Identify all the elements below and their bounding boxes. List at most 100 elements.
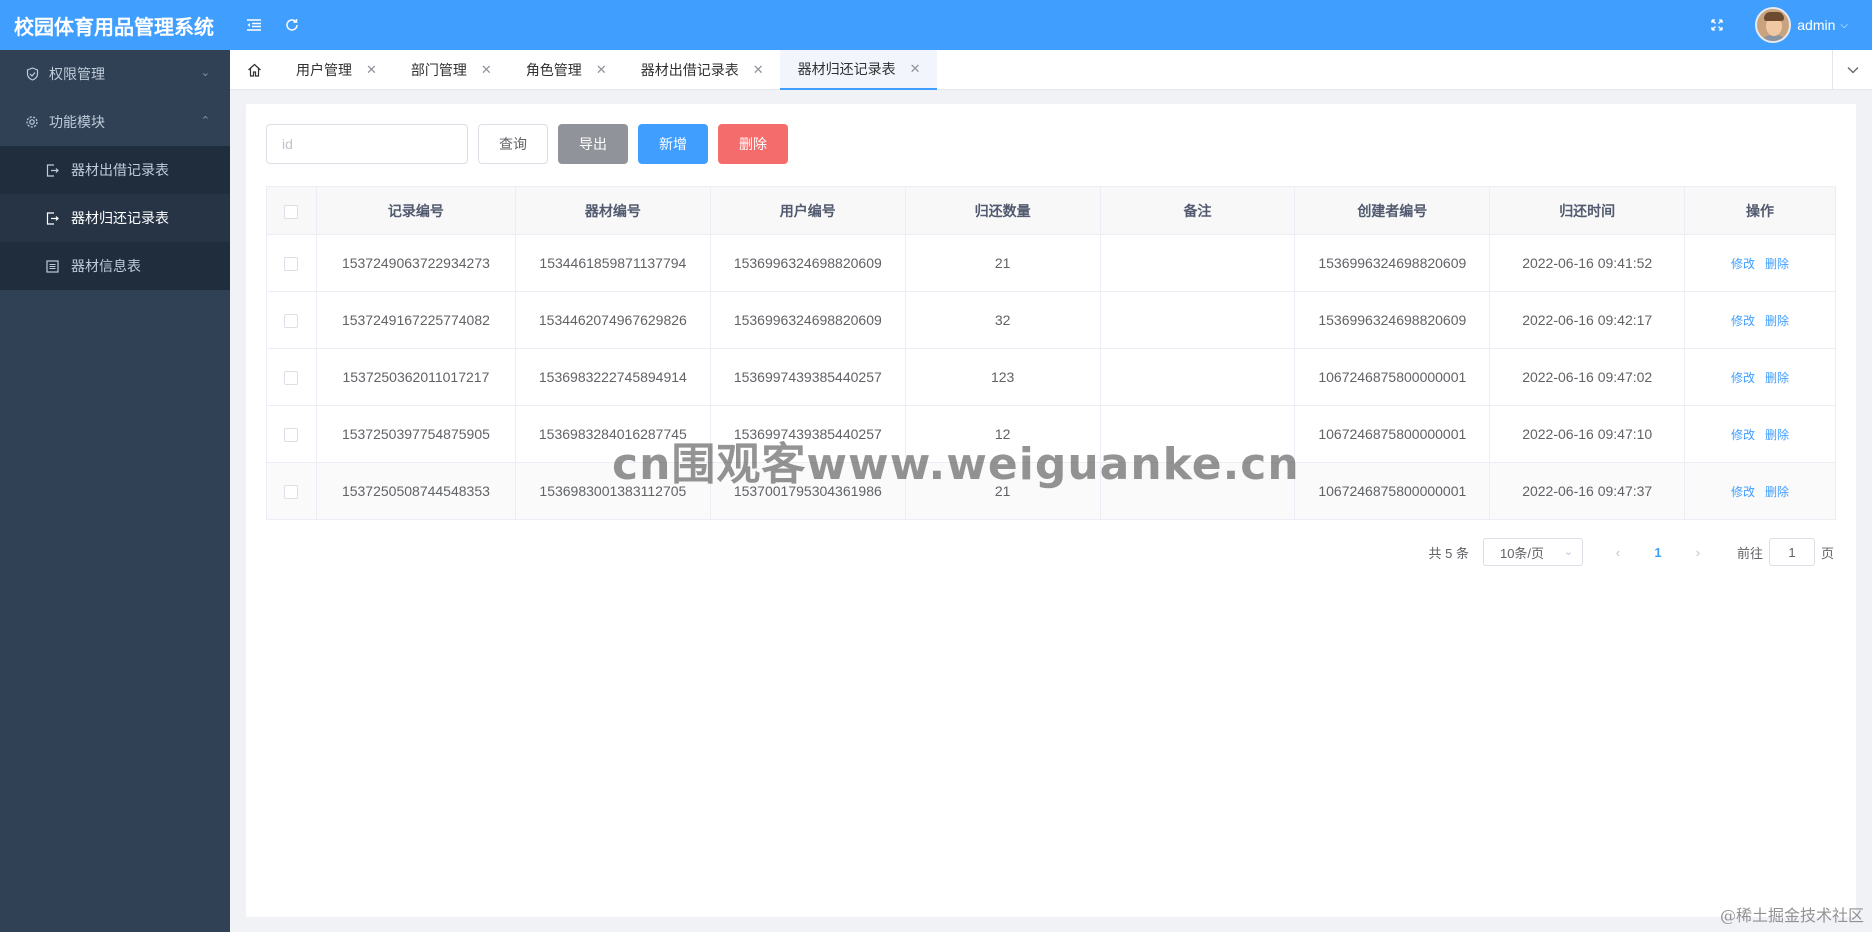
chevron-down-icon[interactable]: ⌵	[1840, 20, 1848, 31]
avatar[interactable]	[1755, 7, 1792, 43]
toggle-sidebar-icon[interactable]	[244, 15, 264, 35]
tab-label: 角色管理	[525, 62, 582, 78]
close-icon[interactable]: ✕	[366, 62, 377, 78]
sidebar-item-label: 器材归还记录表	[71, 210, 169, 226]
close-icon[interactable]: ✕	[753, 62, 764, 78]
row-checkbox[interactable]	[284, 428, 299, 443]
select-all-cell	[266, 186, 317, 235]
pagination-total: 共 5 条	[1428, 545, 1469, 561]
table-row: 1537250508744548353 1536983001383112705 …	[266, 462, 1836, 520]
fullscreen-icon[interactable]	[1707, 15, 1727, 35]
cell-user-id: 1536996324698820609	[710, 291, 906, 349]
delete-link[interactable]: 删除	[1765, 428, 1789, 442]
tab-user-management[interactable]: 用户管理 ✕	[278, 50, 393, 90]
cell-record-id: 1537250362011017217	[316, 348, 516, 406]
delete-link[interactable]: 删除	[1765, 371, 1789, 385]
cell-actions: 修改 删除	[1684, 291, 1836, 349]
row-checkbox[interactable]	[284, 485, 299, 500]
table-header-row: 记录编号 器材编号 用户编号 归还数量 备注 创建者编号 归还时间 操作	[266, 186, 1836, 235]
tab-label: 器材出借记录表	[640, 62, 739, 78]
tab-borrow-records[interactable]: 器材出借记录表 ✕	[623, 50, 780, 90]
page-size-value: 10条/页	[1499, 545, 1545, 561]
prev-page-button[interactable]: ‹	[1603, 538, 1633, 566]
search-input[interactable]	[266, 124, 468, 164]
table-row: 1537250362011017217 1536983222745894914 …	[266, 348, 1836, 406]
sidebar-subitem-borrow-records[interactable]: 器材出借记录表	[0, 146, 230, 194]
cell-remark	[1100, 462, 1296, 520]
tags-bar: 用户管理 ✕ 部门管理 ✕ 角色管理 ✕ 器材出借记录表 ✕ 器材归还记录表 ✕	[230, 50, 1872, 90]
cell-actions: 修改 删除	[1684, 405, 1836, 463]
table-row: 1537249167225774082 1534462074967629826 …	[266, 291, 1836, 349]
refresh-icon[interactable]	[282, 15, 302, 35]
cell-creator-id: 1067246875800000001	[1294, 405, 1491, 463]
sidebar-item-functions[interactable]: 功能模块 ⌃	[0, 98, 230, 146]
chevron-down-icon: ⌄	[1563, 546, 1573, 558]
cell-return-quantity: 12	[905, 405, 1101, 463]
records-table: 记录编号 器材编号 用户编号 归还数量 备注 创建者编号 归还时间 操作 153…	[266, 186, 1836, 520]
next-page-button[interactable]: ›	[1683, 538, 1713, 566]
edit-link[interactable]: 修改	[1731, 428, 1755, 442]
close-icon[interactable]: ✕	[596, 62, 607, 78]
table-row: 1537249063722934273 1534461859871137794 …	[266, 234, 1836, 292]
page-size-select[interactable]: 10条/页 ⌄	[1482, 538, 1583, 566]
cell-creator-id: 1536996324698820609	[1294, 291, 1491, 349]
cell-return-time: 2022-06-16 09:47:02	[1489, 348, 1686, 406]
cell-actions: 修改 删除	[1684, 348, 1836, 406]
sidebar-subitem-equipment-info[interactable]: 器材信息表	[0, 242, 230, 290]
delete-link[interactable]: 删除	[1765, 257, 1789, 271]
cell-remark	[1100, 291, 1296, 349]
cell-return-time: 2022-06-16 09:47:37	[1489, 462, 1686, 520]
edit-link[interactable]: 修改	[1731, 371, 1755, 385]
delete-button[interactable]: 删除	[718, 124, 788, 164]
tab-label: 用户管理	[296, 62, 352, 78]
cell-creator-id: 1067246875800000001	[1294, 462, 1491, 520]
select-all-checkbox[interactable]	[284, 204, 299, 219]
cell-user-id: 1536997439385440257	[710, 405, 906, 463]
sign-in-icon	[44, 210, 60, 226]
edit-link[interactable]: 修改	[1731, 485, 1755, 499]
list-icon	[44, 258, 60, 274]
delete-link[interactable]: 删除	[1765, 314, 1789, 328]
cell-creator-id: 1067246875800000001	[1294, 348, 1491, 406]
column-header: 器材编号	[515, 186, 711, 235]
table-row: 1537250397754875905 1536983284016287745 …	[266, 405, 1836, 463]
tab-label: 器材归还记录表	[797, 61, 896, 77]
cell-remark	[1100, 348, 1296, 406]
page-jump: 前往 页	[1737, 538, 1834, 566]
close-icon[interactable]: ✕	[481, 62, 492, 78]
cell-remark	[1100, 405, 1296, 463]
cell-remark	[1100, 234, 1296, 292]
delete-link[interactable]: 删除	[1765, 485, 1789, 499]
tags-dropdown-icon[interactable]	[1832, 50, 1872, 90]
username[interactable]: admin	[1797, 17, 1835, 33]
cell-user-id: 1537001795304361986	[710, 462, 906, 520]
sidebar-subitem-return-records[interactable]: 器材归还记录表	[0, 194, 230, 242]
cell-equipment-id: 1536983222745894914	[515, 348, 711, 406]
page-number[interactable]: 1	[1643, 538, 1673, 566]
goto-page-input[interactable]	[1768, 538, 1815, 566]
home-icon[interactable]	[230, 50, 278, 89]
query-button[interactable]: 查询	[478, 124, 548, 164]
add-button[interactable]: 新增	[638, 124, 708, 164]
row-checkbox[interactable]	[284, 314, 299, 329]
edit-link[interactable]: 修改	[1731, 257, 1755, 271]
sidebar-item-permissions[interactable]: 权限管理 ⌄	[0, 50, 230, 98]
cell-record-id: 1537249063722934273	[316, 234, 516, 292]
cell-return-quantity: 123	[905, 348, 1101, 406]
row-checkbox[interactable]	[284, 257, 299, 272]
column-header: 归还时间	[1489, 186, 1686, 235]
cell-return-time: 2022-06-16 09:41:52	[1489, 234, 1686, 292]
cell-user-id: 1536997439385440257	[710, 348, 906, 406]
tab-department-management[interactable]: 部门管理 ✕	[393, 50, 508, 90]
close-icon[interactable]: ✕	[910, 61, 921, 77]
cell-return-quantity: 21	[905, 462, 1101, 520]
top-header: 校园体育用品管理系统 admin ⌵	[0, 0, 1872, 50]
column-header: 操作	[1684, 186, 1836, 235]
edit-link[interactable]: 修改	[1731, 314, 1755, 328]
row-checkbox[interactable]	[284, 371, 299, 386]
gear-icon	[24, 114, 40, 130]
shield-icon	[24, 66, 40, 82]
export-button[interactable]: 导出	[558, 124, 628, 164]
tab-return-records[interactable]: 器材归还记录表 ✕	[779, 50, 937, 90]
tab-role-management[interactable]: 角色管理 ✕	[508, 50, 623, 90]
